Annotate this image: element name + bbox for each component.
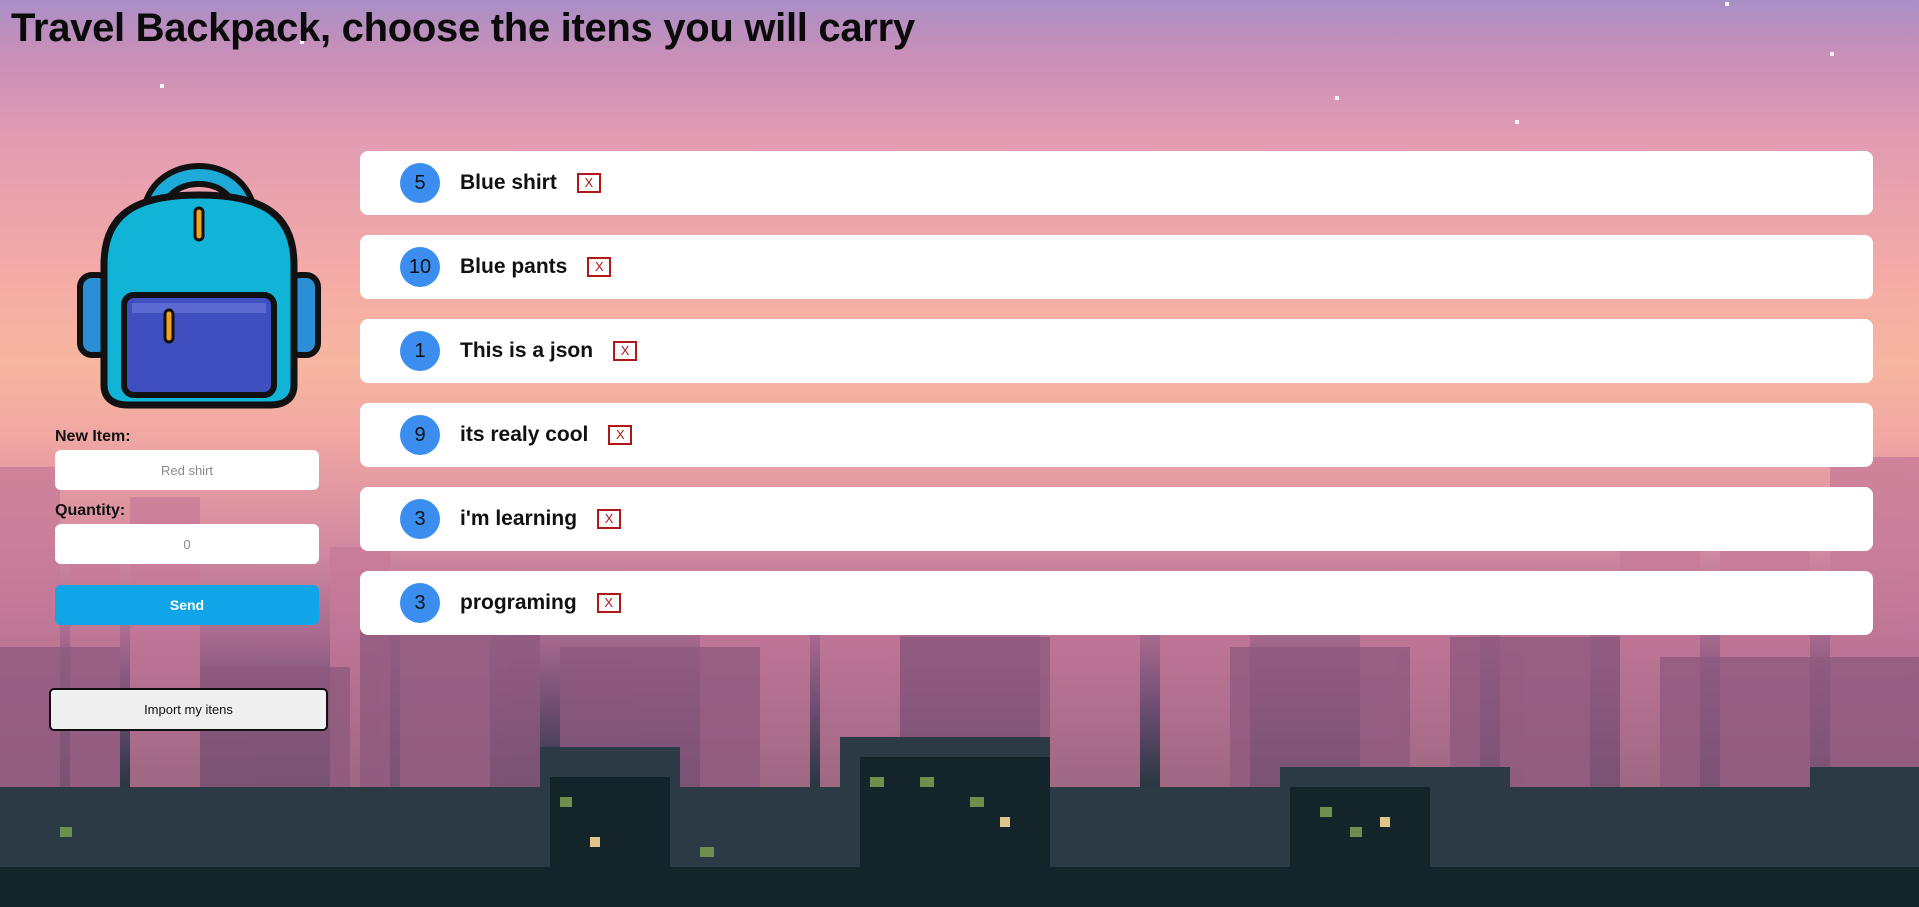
list-item: 5 Blue shirt X [360,151,1873,215]
list-item: 1 This is a json X [360,319,1873,383]
remove-item-button[interactable]: X [596,593,621,613]
quantity-badge: 1 [400,331,440,371]
new-item-input[interactable] [55,450,319,490]
item-name: Blue shirt [460,171,557,194]
item-name: i'm learning [460,507,578,530]
list-item: 3 i'm learning X [360,487,1873,551]
remove-item-button[interactable]: X [608,425,633,445]
send-button[interactable]: Send [55,585,319,625]
quantity-badge: 3 [400,583,440,623]
list-item: 9 its realy cool X [360,403,1873,467]
quantity-badge: 10 [400,247,440,287]
list-item: 3 programing X [360,571,1873,635]
quantity-badge: 9 [400,415,440,455]
item-name: Blue pants [460,255,568,278]
quantity-badge: 5 [400,163,440,203]
quantity-label: Quantity: [55,502,126,519]
item-name: its realy cool [460,423,589,446]
import-items-button[interactable]: Import my itens [49,688,328,731]
remove-item-button[interactable]: X [587,257,612,277]
new-item-label: New Item: [55,428,131,445]
item-name: This is a json [460,339,594,362]
item-name: programing [460,591,577,614]
remove-item-button[interactable]: X [613,341,638,361]
remove-item-button[interactable]: X [597,509,622,529]
quantity-input[interactable] [55,524,319,564]
new-item-form: New Item: Quantity: Send [48,145,328,625]
list-item: 10 Blue pants X [360,235,1873,299]
quantity-badge: 3 [400,499,440,539]
backpack-icon [77,163,321,409]
page-title: Travel Backpack, choose the itens you wi… [11,6,915,50]
backpack-item-list: 5 Blue shirt X 10 Blue pants X 1 This is… [360,151,1873,655]
remove-item-button[interactable]: X [576,173,601,193]
